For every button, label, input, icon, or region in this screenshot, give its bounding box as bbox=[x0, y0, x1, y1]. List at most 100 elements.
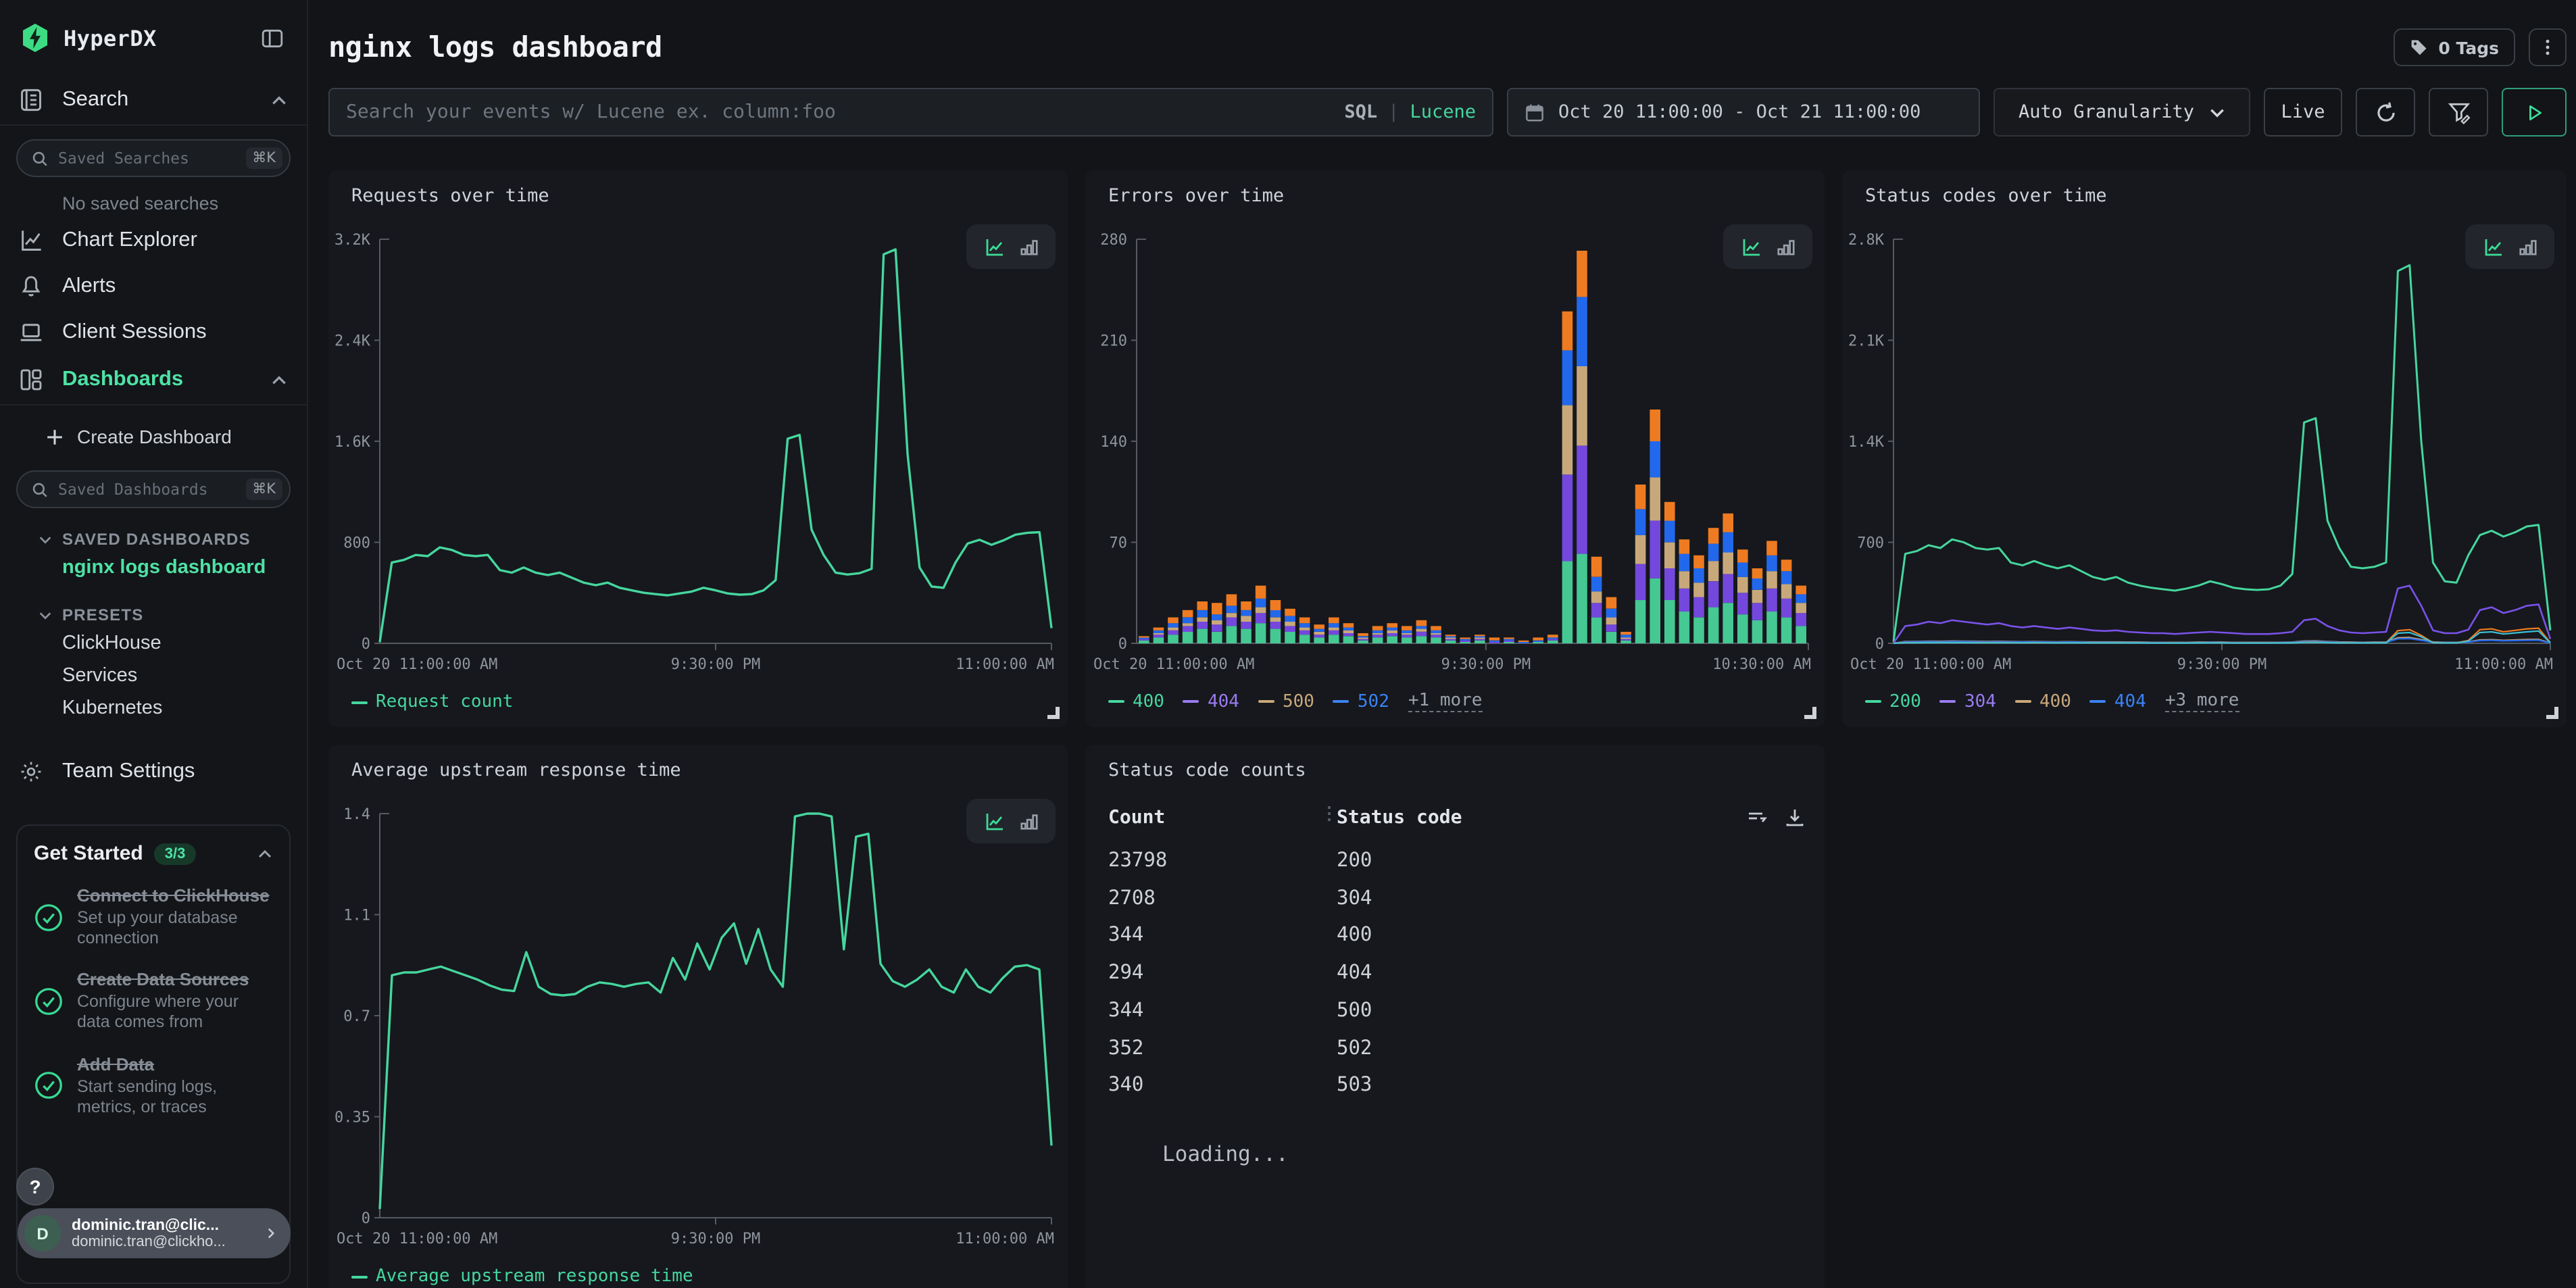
column-header-count[interactable]: Count bbox=[1108, 807, 1165, 828]
sql-toggle[interactable]: SQL bbox=[1344, 101, 1377, 123]
run-query-button[interactable] bbox=[2502, 88, 2567, 137]
tags-label: 0 Tags bbox=[2438, 37, 2499, 57]
legend-item[interactable]: 502 bbox=[1333, 691, 1389, 712]
toggle-separator: | bbox=[1388, 101, 1399, 123]
chart-type-toggle[interactable] bbox=[2465, 224, 2554, 269]
empty-grid-cell bbox=[1842, 745, 2567, 1288]
column-resize-handle[interactable]: ⋮ bbox=[1320, 804, 1335, 824]
saved-searches-input[interactable]: ⌘K bbox=[16, 139, 291, 177]
user-account-button[interactable]: D dominic.tran@clic... dominic.tran@clic… bbox=[18, 1208, 291, 1258]
filter-button[interactable] bbox=[2429, 88, 2488, 137]
collapse-sidebar-icon[interactable] bbox=[255, 22, 288, 54]
checklist-item-title: Connect to ClickHouse bbox=[77, 885, 273, 907]
saved-dashboards-input[interactable]: ⌘K bbox=[16, 470, 291, 508]
svg-text:9:30:00 PM: 9:30:00 PM bbox=[1441, 656, 1531, 673]
sidebar-item-team-settings[interactable]: Team Settings bbox=[16, 749, 291, 795]
sidebar-item-kubernetes[interactable]: Kubernetes bbox=[16, 692, 291, 724]
table-header: Count ⋮ Status code bbox=[1085, 807, 1825, 839]
resize-handle[interactable] bbox=[1804, 707, 1816, 719]
progress-badge: 3/3 bbox=[154, 843, 197, 864]
checklist-item-desc: Set up your database connection bbox=[77, 908, 273, 949]
user-email: dominic.tran@clickho... bbox=[72, 1233, 251, 1249]
checklist-item[interactable]: Add Data Start sending logs, metrics, or… bbox=[34, 1054, 273, 1118]
live-button[interactable]: Live bbox=[2264, 88, 2342, 137]
chart-plot: 070140210280Oct 20 11:00:00 AM9:30:00 PM… bbox=[1085, 170, 1825, 727]
download-icon[interactable] bbox=[1784, 807, 1806, 828]
refresh-button[interactable] bbox=[2356, 88, 2415, 137]
legend-item[interactable]: 400 bbox=[1108, 691, 1164, 712]
legend-item[interactable]: 400 bbox=[2015, 691, 2071, 712]
get-started-header[interactable]: Get Started 3/3 bbox=[34, 842, 273, 865]
dashboard-grid: Requests over time 08001.6K2.4K3.2KOct 2… bbox=[328, 170, 2567, 1288]
chart-type-toggle[interactable] bbox=[1723, 224, 1812, 269]
search-section-icon bbox=[19, 88, 43, 112]
search-icon bbox=[31, 149, 49, 167]
dashboard-menu-button[interactable] bbox=[2529, 28, 2567, 66]
svg-text:Oct 20 11:00:00 AM: Oct 20 11:00:00 AM bbox=[1850, 656, 2011, 673]
chart-legend: Request count bbox=[351, 692, 514, 712]
sidebar-item-clickhouse[interactable]: ClickHouse bbox=[16, 627, 291, 660]
brand-name: HyperDX bbox=[64, 25, 157, 51]
bar-chart-icon bbox=[1018, 237, 1039, 257]
avatar: D bbox=[24, 1215, 61, 1252]
line-chart-icon bbox=[2482, 236, 2504, 257]
granularity-select[interactable]: Auto Granularity bbox=[1993, 88, 2250, 137]
sidebar-item-chart-explorer[interactable]: Chart Explorer bbox=[16, 218, 291, 264]
sidebar-item-nginx-logs-dashboard[interactable]: nginx logs dashboard bbox=[16, 551, 291, 584]
chart-type-toggle[interactable] bbox=[966, 799, 1056, 843]
resize-handle[interactable] bbox=[1047, 707, 1060, 719]
legend-item[interactable]: 404 bbox=[1183, 691, 1239, 712]
sidebar-item-search[interactable]: Search bbox=[16, 76, 291, 124]
svg-text:9:30:00 PM: 9:30:00 PM bbox=[671, 656, 760, 673]
svg-text:210: 210 bbox=[1100, 333, 1127, 350]
legend-item[interactable]: 200 bbox=[1865, 691, 1921, 712]
column-settings-icon[interactable] bbox=[1746, 807, 1768, 828]
svg-text:3.2K: 3.2K bbox=[335, 232, 371, 249]
checklist-item[interactable]: Create Data Sources Configure where your… bbox=[34, 970, 273, 1034]
saved-searches-field[interactable] bbox=[58, 149, 236, 168]
hyperdx-logo-icon bbox=[19, 22, 51, 54]
bar-chart-icon bbox=[1775, 237, 1795, 257]
create-dashboard-button[interactable]: Create Dashboard bbox=[16, 416, 291, 457]
sidebar-item-label: Client Sessions bbox=[62, 320, 207, 345]
chart-type-toggle[interactable] bbox=[966, 224, 1056, 269]
legend-item[interactable]: Average upstream response time bbox=[351, 1266, 693, 1287]
legend-item[interactable]: 404 bbox=[2090, 691, 2146, 712]
chart-plot: 08001.6K2.4K3.2KOct 20 11:00:00 AM9:30:0… bbox=[328, 170, 1068, 727]
lucene-toggle[interactable]: Lucene bbox=[1410, 101, 1476, 123]
legend-item[interactable]: 304 bbox=[1940, 691, 1996, 712]
date-range-picker[interactable]: Oct 20 11:00:00 - Oct 21 11:00:00 bbox=[1507, 88, 1980, 137]
line-chart-icon bbox=[1740, 236, 1762, 257]
search-icon bbox=[31, 480, 49, 498]
legend-more-link[interactable]: +3 more bbox=[2165, 691, 2239, 712]
resize-handle[interactable] bbox=[2546, 707, 2558, 719]
sidebar-item-client-sessions[interactable]: Client Sessions bbox=[16, 309, 291, 355]
main-content: nginx logs dashboard 0 Tags SQL | Lucene bbox=[308, 0, 2576, 1288]
saved-dashboards-field[interactable] bbox=[58, 480, 236, 499]
tags-button[interactable]: 0 Tags bbox=[2394, 28, 2515, 66]
dashboards-icon bbox=[19, 368, 43, 392]
svg-text:1.1: 1.1 bbox=[343, 908, 370, 924]
sidebar-item-services[interactable]: Services bbox=[16, 660, 291, 692]
saved-dashboards-section[interactable]: SAVED DASHBOARDS bbox=[16, 527, 291, 551]
column-header-status-code[interactable]: Status code bbox=[1337, 807, 1462, 828]
checklist-item[interactable]: Connect to ClickHouse Set up your databa… bbox=[34, 885, 273, 949]
legend-more-link[interactable]: +1 more bbox=[1408, 691, 1483, 712]
svg-text:1.4K: 1.4K bbox=[1848, 434, 1885, 451]
search-input[interactable] bbox=[346, 101, 1333, 123]
granularity-label: Auto Granularity bbox=[2018, 101, 2194, 123]
legend-item[interactable]: Request count bbox=[351, 692, 514, 712]
legend-item[interactable]: 500 bbox=[1258, 691, 1314, 712]
line-chart-icon bbox=[983, 236, 1005, 257]
kebab-icon bbox=[2538, 38, 2557, 57]
event-search-box[interactable]: SQL | Lucene bbox=[328, 88, 1493, 137]
sidebar-item-alerts[interactable]: Alerts bbox=[16, 264, 291, 309]
chevron-right-icon bbox=[262, 1224, 280, 1242]
help-button[interactable]: ? bbox=[16, 1168, 54, 1206]
chart-card-errors-over-time: Errors over time 070140210280Oct 20 11:0… bbox=[1085, 170, 1825, 727]
svg-text:Oct 20 11:00:00 AM: Oct 20 11:00:00 AM bbox=[337, 1231, 497, 1247]
svg-text:2.1K: 2.1K bbox=[1848, 333, 1885, 350]
sidebar-item-dashboards[interactable]: Dashboards bbox=[16, 355, 291, 404]
presets-section[interactable]: PRESETS bbox=[16, 603, 291, 627]
checklist-item-desc: Start sending logs, metrics, or traces bbox=[77, 1076, 273, 1118]
